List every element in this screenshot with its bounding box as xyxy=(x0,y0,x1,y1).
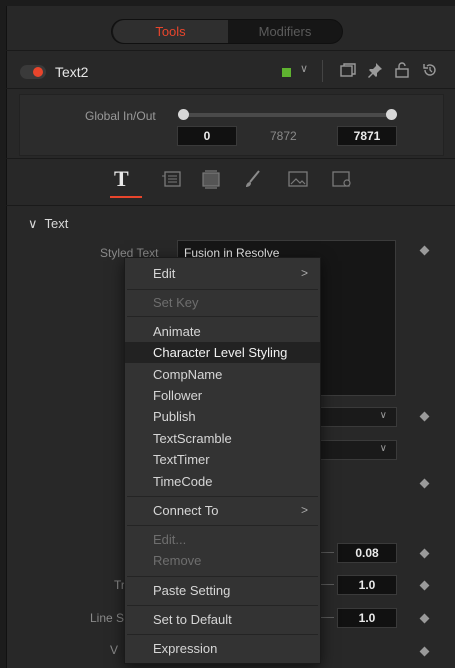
menu-separator xyxy=(127,496,318,497)
section-title: Text xyxy=(44,216,69,231)
menu-item-set-to-default[interactable]: Set to Default xyxy=(125,609,320,630)
global-out-field[interactable]: 7871 xyxy=(337,126,397,146)
menu-item-connect-to[interactable]: Connect To > xyxy=(125,500,320,521)
menu-item-remove[interactable]: Remove xyxy=(125,550,320,571)
divider xyxy=(6,205,455,206)
divider xyxy=(6,158,455,159)
chevron-down-icon[interactable]: ∨ xyxy=(300,62,308,75)
reset-icon[interactable] xyxy=(421,61,439,79)
menu-separator xyxy=(127,576,318,577)
chevron-down-icon: ∨ xyxy=(379,443,387,454)
menu-separator xyxy=(127,634,318,635)
divider xyxy=(6,50,455,51)
menu-separator xyxy=(127,605,318,606)
menu-item-textscramble[interactable]: TextScramble xyxy=(125,428,320,449)
layout-tab-icon[interactable] xyxy=(160,168,184,190)
menu-item-follower[interactable]: Follower xyxy=(125,385,320,406)
header-separator xyxy=(322,60,323,82)
settings-tab-icon[interactable] xyxy=(330,168,354,190)
image-tab-icon[interactable] xyxy=(286,168,310,190)
menu-item-timecode[interactable]: TimeCode xyxy=(125,471,320,492)
text-tab-icon[interactable]: T xyxy=(114,166,129,192)
versions-icon[interactable] xyxy=(339,61,357,79)
menu-item-set-key[interactable]: Set Key xyxy=(125,292,320,313)
menu-item-expression[interactable]: Expression xyxy=(125,638,320,659)
chevron-down-icon: ∨ xyxy=(379,410,387,421)
style-dropdown[interactable]: ∨ xyxy=(315,440,397,460)
tab-tools[interactable]: Tools xyxy=(113,20,228,43)
range-out-handle[interactable] xyxy=(386,109,397,120)
menu-item-compname[interactable]: CompName xyxy=(125,364,320,385)
lock-icon[interactable] xyxy=(393,61,411,79)
pin-icon[interactable] xyxy=(366,61,384,79)
range-in-handle[interactable] xyxy=(178,109,189,120)
menu-item-animate[interactable]: Animate xyxy=(125,321,320,342)
value-field[interactable]: 0.08 xyxy=(337,543,397,563)
global-in-field[interactable]: 0 xyxy=(177,126,237,146)
menu-separator xyxy=(127,525,318,526)
transform-tab-icon[interactable] xyxy=(199,168,223,190)
menu-item-character-level-styling[interactable]: Character Level Styling xyxy=(125,342,320,363)
menu-item-edit-dots[interactable]: Edit... xyxy=(125,529,320,550)
global-inout-group xyxy=(19,94,444,156)
global-inout-label: Global In/Out xyxy=(85,109,156,123)
line-spacing-field[interactable]: 1.0 xyxy=(337,608,397,628)
context-menu: Edit > Set Key Animate Character Level St… xyxy=(124,257,321,664)
section-header-text[interactable]: ∨ Text xyxy=(28,216,68,232)
global-inout-range-slider[interactable] xyxy=(182,113,392,117)
shading-tab-icon[interactable] xyxy=(241,168,265,190)
menu-item-edit[interactable]: Edit > xyxy=(125,263,320,284)
font-dropdown[interactable]: ∨ xyxy=(315,407,397,427)
tracking-field[interactable]: 1.0 xyxy=(337,575,397,595)
v-label: V xyxy=(110,643,119,657)
node-enable-toggle[interactable] xyxy=(20,65,46,79)
slider-track[interactable] xyxy=(320,552,334,553)
menu-separator xyxy=(127,289,318,290)
node-name: Text2 xyxy=(55,64,89,80)
menu-item-texttimer[interactable]: TextTimer xyxy=(125,449,320,470)
menu-separator xyxy=(127,316,318,317)
line-spacing-label: Line S xyxy=(90,611,125,625)
tools-modifiers-switch: Tools Modifiers xyxy=(111,19,343,44)
menu-item-publish[interactable]: Publish xyxy=(125,406,320,427)
active-tab-indicator xyxy=(110,196,142,198)
menu-item-paste-setting[interactable]: Paste Setting xyxy=(125,580,320,601)
submenu-arrow-icon: > xyxy=(300,503,308,517)
slider-track[interactable] xyxy=(320,617,334,618)
toggle-dot xyxy=(33,67,43,77)
menu-item-label: Connect To xyxy=(153,503,219,518)
global-duration-value: 7872 xyxy=(270,129,297,143)
chevron-down-icon: ∨ xyxy=(28,216,38,231)
slider-track[interactable] xyxy=(320,584,334,585)
tab-modifiers[interactable]: Modifiers xyxy=(228,20,342,43)
node-color-swatch[interactable] xyxy=(282,68,291,77)
divider xyxy=(6,88,455,89)
menu-item-label: Edit xyxy=(153,266,176,281)
submenu-arrow-icon: > xyxy=(300,266,308,280)
